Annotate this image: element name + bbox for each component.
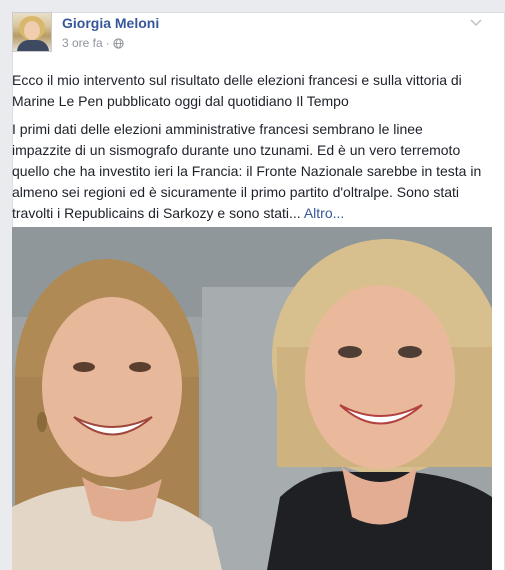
post-timestamp[interactable]: 3 ore fa xyxy=(62,36,103,50)
globe-icon[interactable] xyxy=(113,37,124,49)
post-header: Giorgia Meloni 3 ore fa · xyxy=(12,12,472,56)
post-body-text: I primi dati delle elezioni amministrati… xyxy=(12,121,482,221)
meta-separator: · xyxy=(105,36,110,50)
author-avatar[interactable] xyxy=(12,12,52,52)
selfie-photo[interactable] xyxy=(12,227,492,570)
post-meta: 3 ore fa · xyxy=(62,36,124,50)
chevron-down-icon[interactable] xyxy=(468,14,484,30)
author-name-link[interactable]: Giorgia Meloni xyxy=(62,15,159,31)
post-text: Ecco il mio intervento sul risultato del… xyxy=(12,70,482,231)
see-more-link[interactable]: Altro... xyxy=(304,205,344,221)
post-body: I primi dati delle elezioni amministrati… xyxy=(12,119,482,224)
post-headline: Ecco il mio intervento sul risultato del… xyxy=(12,72,462,109)
